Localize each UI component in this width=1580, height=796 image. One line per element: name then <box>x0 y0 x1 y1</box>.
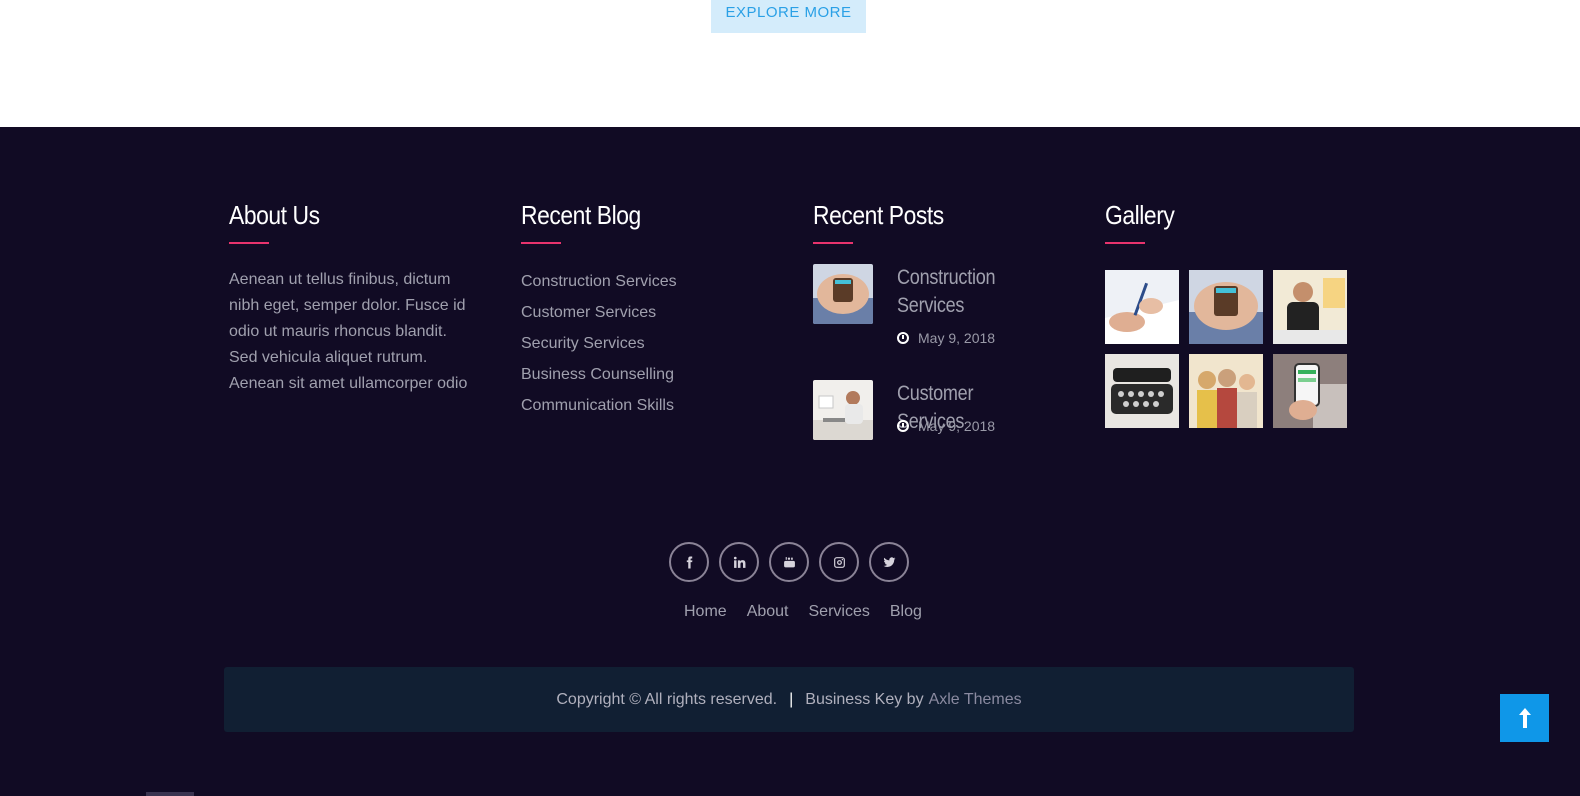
copyright-text: Copyright © All rights reserved. <box>556 690 778 708</box>
post-thumbnail[interactable] <box>813 264 873 324</box>
explore-more-button[interactable]: EXPLORE MORE <box>711 0 866 33</box>
gallery-image-phone[interactable] <box>1273 354 1347 428</box>
recent-blog-column: Recent Blog Construction Services Custom… <box>521 199 677 421</box>
blog-link-communication[interactable]: Communication Skills <box>521 390 677 421</box>
gallery-column: Gallery <box>1105 199 1347 428</box>
gallery-image-typewriter[interactable] <box>1105 354 1179 428</box>
gallery-image-group[interactable] <box>1189 354 1263 428</box>
facebook-icon[interactable] <box>669 542 709 582</box>
post-title[interactable]: Construction Services <box>897 264 1043 320</box>
title-underline <box>813 242 853 244</box>
blog-link-construction[interactable]: Construction Services <box>521 266 677 297</box>
gallery-image-phone-call[interactable] <box>1273 270 1347 344</box>
title-underline <box>229 242 269 244</box>
linkedin-icon[interactable] <box>719 542 759 582</box>
about-title: About Us <box>229 200 320 230</box>
footer-nav-blog[interactable]: Blog <box>890 603 922 621</box>
social-links <box>669 542 909 582</box>
about-column: About Us Aenean ut tellus finibus, dictu… <box>229 199 469 397</box>
recent-posts-title: Recent Posts <box>813 200 944 230</box>
youtube-icon[interactable] <box>769 542 809 582</box>
footer-nav-home[interactable]: Home <box>684 603 727 621</box>
bottom-divider <box>146 792 194 796</box>
copyright-bar: Copyright © All rights reserved. | Busin… <box>224 667 1354 732</box>
recent-post[interactable]: Construction Services May 9, 2018 <box>813 264 1073 380</box>
arrow-up-icon <box>1518 708 1531 728</box>
recent-posts-column: Recent Posts Construction Services May 9… <box>813 199 1073 460</box>
gallery-grid <box>1105 270 1347 428</box>
copyright-separator: | <box>789 690 794 708</box>
clock-icon <box>897 332 909 344</box>
credit-text: Business Key by <box>805 690 924 708</box>
gallery-image-signing[interactable] <box>1105 270 1179 344</box>
blog-link-security[interactable]: Security Services <box>521 328 677 359</box>
recent-blog-title: Recent Blog <box>521 200 641 230</box>
instagram-icon[interactable] <box>819 542 859 582</box>
footer-nav: Home About Services Blog <box>684 603 922 621</box>
title-underline <box>521 242 561 244</box>
twitter-icon[interactable] <box>869 542 909 582</box>
post-date-text: May 9, 2018 <box>918 330 996 346</box>
gallery-image-wallet[interactable] <box>1189 270 1263 344</box>
site-footer: About Us Aenean ut tellus finibus, dictu… <box>0 127 1580 796</box>
title-underline <box>1105 242 1145 244</box>
recent-post[interactable]: Customer Services May 9, 2018 <box>813 380 1073 460</box>
recent-blog-list: Construction Services Customer Services … <box>521 266 677 421</box>
clock-icon <box>897 420 909 432</box>
footer-nav-about[interactable]: About <box>747 603 789 621</box>
post-date: May 9, 2018 <box>897 418 995 434</box>
post-thumbnail[interactable] <box>813 380 873 440</box>
post-date-text: May 9, 2018 <box>918 418 996 434</box>
gallery-title: Gallery <box>1105 200 1175 230</box>
scroll-to-top-button[interactable] <box>1500 694 1549 742</box>
about-text: Aenean ut tellus finibus, dictum nibh eg… <box>229 271 468 392</box>
blog-link-customer[interactable]: Customer Services <box>521 297 677 328</box>
top-section: EXPLORE MORE <box>0 0 1580 127</box>
axle-themes-link[interactable]: Axle Themes <box>929 691 1022 709</box>
post-date: May 9, 2018 <box>897 330 995 346</box>
footer-nav-services[interactable]: Services <box>809 603 870 621</box>
blog-link-counselling[interactable]: Business Counselling <box>521 359 677 390</box>
